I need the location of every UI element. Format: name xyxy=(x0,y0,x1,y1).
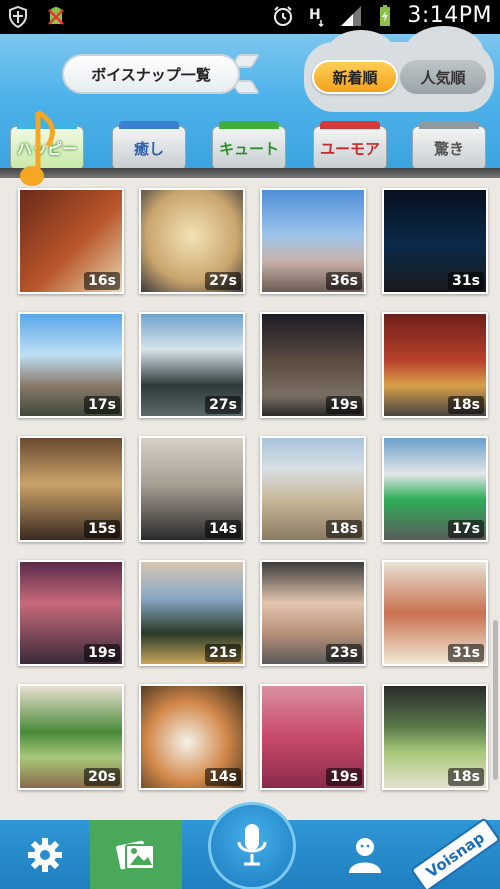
thumbnail-image: 31s xyxy=(384,562,486,664)
alarm-icon xyxy=(274,5,293,26)
duration-badge: 20s xyxy=(84,768,120,786)
duration-badge: 19s xyxy=(326,396,362,414)
duration-badge: 18s xyxy=(448,396,484,414)
duration-badge: 36s xyxy=(326,272,362,290)
shield-icon xyxy=(9,5,27,29)
sort-newest-button[interactable]: 新着順 xyxy=(312,60,398,94)
thumbnail-image: 15s xyxy=(20,438,122,540)
thumbnail-image: 19s xyxy=(20,562,122,664)
microphone-icon xyxy=(237,824,267,866)
duration-badge: 15s xyxy=(84,520,120,538)
thumbnail-image: 18s xyxy=(384,686,486,788)
record-voice-button[interactable] xyxy=(208,802,296,889)
profile-button[interactable] xyxy=(320,820,410,889)
thumbnail-image: 18s xyxy=(384,314,486,416)
duration-badge: 14s xyxy=(205,520,241,538)
voisnap-thumbnail[interactable]: 18s xyxy=(260,436,366,542)
voisnap-thumbnail[interactable]: 19s xyxy=(260,684,366,790)
tab-label: 驚き xyxy=(433,139,464,158)
voisnap-thumbnail[interactable]: 15s xyxy=(18,436,124,542)
duration-badge: 19s xyxy=(326,768,362,786)
duration-badge: 31s xyxy=(448,272,484,290)
voisnap-thumbnail[interactable]: 31s xyxy=(382,188,488,294)
duration-badge: 18s xyxy=(448,768,484,786)
duration-badge: 19s xyxy=(84,644,120,662)
voisnap-thumbnail[interactable]: 19s xyxy=(260,312,366,418)
duration-badge: 16s xyxy=(84,272,120,290)
scrollbar[interactable] xyxy=(493,620,498,780)
tab-humor[interactable]: ユーモア xyxy=(313,121,387,170)
brand-logo-text: Voisnap xyxy=(409,817,500,889)
thumbnail-image: 19s xyxy=(262,686,364,788)
thumbnail-image: 20s xyxy=(20,686,122,788)
tab-cute[interactable]: キュート xyxy=(212,121,286,170)
voisnap-thumbnail[interactable]: 27s xyxy=(139,188,245,294)
tab-healing[interactable]: 癒し xyxy=(112,121,186,170)
voisnap-thumbnail[interactable]: 31s xyxy=(382,560,488,666)
voisnap-thumbnail[interactable]: 18s xyxy=(382,684,488,790)
gallery-button[interactable] xyxy=(90,820,182,889)
title-blimp: ボイスナップ一覧 xyxy=(62,46,261,102)
duration-badge: 14s xyxy=(205,768,241,786)
voisnap-thumbnail[interactable]: 14s xyxy=(139,436,245,542)
thumbnail-image: 31s xyxy=(384,190,486,292)
voisnap-thumbnail[interactable]: 16s xyxy=(18,188,124,294)
thumbnail-image: 23s xyxy=(262,562,364,664)
thumbnail-image: 14s xyxy=(141,438,243,540)
voisnap-thumbnail[interactable]: 27s xyxy=(139,312,245,418)
thumbnail-image: 36s xyxy=(262,190,364,292)
bottom-nav: Voisnap xyxy=(0,802,500,889)
thumbnail-image: 18s xyxy=(262,438,364,540)
voisnap-thumbnail[interactable]: 36s xyxy=(260,188,366,294)
battery-charging-icon xyxy=(380,4,391,26)
header-divider xyxy=(0,168,500,178)
thumbnail-image: 27s xyxy=(141,190,243,292)
app-header: ボイスナップ一覧 新着順 人気順 ハッピー 癒し キュート ユーモア 驚き xyxy=(0,26,500,172)
voisnap-thumbnail[interactable]: 20s xyxy=(18,684,124,790)
thumbnail-image: 16s xyxy=(20,190,122,292)
voisnap-grid: 16s 27s 36s 31s 17s 27s 19s 18s 15s 14s 18s 17s 19s 2… xyxy=(0,178,500,820)
page-title: ボイスナップ一覧 xyxy=(91,65,211,84)
settings-button[interactable] xyxy=(0,820,90,889)
voisnap-thumbnail[interactable]: 19s xyxy=(18,560,124,666)
thumbnail-image: 27s xyxy=(141,314,243,416)
gear-icon xyxy=(28,837,62,872)
android-debug-icon xyxy=(48,7,64,25)
tab-label: キュート xyxy=(218,139,279,158)
photos-icon xyxy=(116,840,155,870)
duration-badge: 17s xyxy=(84,396,120,414)
duration-badge: 17s xyxy=(448,520,484,538)
page-title-badge: ボイスナップ一覧 xyxy=(62,54,240,94)
thumbnail-image: 14s xyxy=(141,686,243,788)
thumbnail-image: 19s xyxy=(262,314,364,416)
duration-badge: 21s xyxy=(205,644,241,662)
duration-badge: 31s xyxy=(448,644,484,662)
tab-surprise[interactable]: 驚き xyxy=(412,121,486,170)
voisnap-thumbnail[interactable]: 17s xyxy=(382,436,488,542)
svg-text:H: H xyxy=(309,7,321,23)
thumbnail-image: 21s xyxy=(141,562,243,664)
music-note-icon xyxy=(20,109,55,186)
clock-time: 3:14PM xyxy=(407,3,492,28)
duration-badge: 27s xyxy=(205,396,241,414)
tab-label: ユーモア xyxy=(319,139,380,158)
duration-badge: 18s xyxy=(326,520,362,538)
sort-popular-button[interactable]: 人気順 xyxy=(400,60,486,94)
voisnap-thumbnail[interactable]: 17s xyxy=(18,312,124,418)
signal-icon xyxy=(341,5,362,26)
category-tabs: ハッピー 癒し キュート ユーモア 驚き xyxy=(0,121,500,172)
voisnap-thumbnail[interactable]: 21s xyxy=(139,560,245,666)
voisnap-thumbnail[interactable]: 23s xyxy=(260,560,366,666)
data-h-icon: H xyxy=(309,7,324,27)
thumbnail-image: 17s xyxy=(384,438,486,540)
brand-logo: Voisnap xyxy=(409,817,500,889)
voisnap-thumbnail[interactable]: 14s xyxy=(139,684,245,790)
tab-label: 癒し xyxy=(133,139,164,158)
duration-badge: 27s xyxy=(205,272,241,290)
voisnap-thumbnail[interactable]: 18s xyxy=(382,312,488,418)
duration-badge: 23s xyxy=(326,644,362,662)
thumbnail-image: 17s xyxy=(20,314,122,416)
user-icon xyxy=(349,837,381,873)
